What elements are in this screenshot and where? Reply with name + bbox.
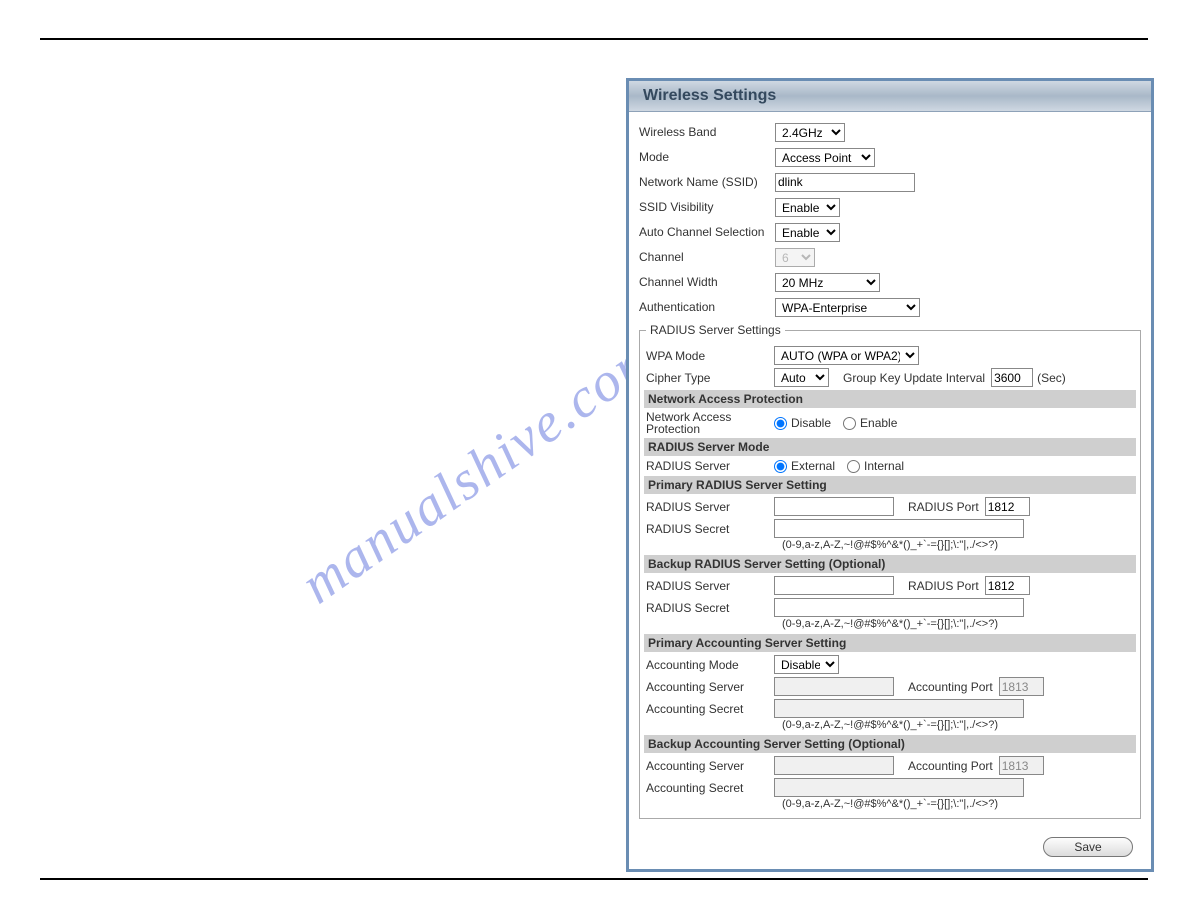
authentication-label: Authentication [639, 300, 775, 314]
rsm-internal-option[interactable]: Internal [847, 459, 904, 473]
gkui-input[interactable] [991, 368, 1033, 387]
gkui-label: Group Key Update Interval [843, 371, 985, 385]
primary-radius-port-input[interactable] [985, 497, 1030, 516]
acct-mode-select[interactable]: Disable [774, 655, 839, 674]
backup-radius-port-label: RADIUS Port [908, 579, 979, 593]
backup-radius-header: Backup RADIUS Server Setting (Optional) [644, 555, 1136, 573]
primary-acct-server-input [774, 677, 894, 696]
primary-radius-server-input[interactable] [774, 497, 894, 516]
nap-enable-radio[interactable] [843, 417, 856, 430]
authentication-select[interactable]: WPA-Enterprise [775, 298, 920, 317]
primary-radius-port-label: RADIUS Port [908, 500, 979, 514]
gkui-unit: (Sec) [1037, 371, 1066, 385]
backup-acct-port-input [999, 756, 1044, 775]
backup-acct-secret-input [774, 778, 1024, 797]
primary-acct-header: Primary Accounting Server Setting [644, 634, 1136, 652]
panel-title: Wireless Settings [629, 81, 1151, 112]
rsm-header: RADIUS Server Mode [644, 438, 1136, 456]
primary-radius-secret-input[interactable] [774, 519, 1024, 538]
wireless-band-select[interactable]: 2.4GHz [775, 123, 845, 142]
backup-acct-server-label: Accounting Server [646, 759, 774, 773]
ssid-visibility-label: SSID Visibility [639, 200, 775, 214]
mode-label: Mode [639, 150, 775, 164]
backup-radius-server-label: RADIUS Server [646, 579, 774, 593]
primary-acct-port-input [999, 677, 1044, 696]
nap-disable-option[interactable]: Disable [774, 416, 831, 430]
auto-channel-label: Auto Channel Selection [639, 225, 775, 239]
ssid-label: Network Name (SSID) [639, 175, 775, 189]
primary-radius-secret-label: RADIUS Secret [646, 522, 774, 536]
button-row: Save [629, 825, 1151, 869]
primary-acct-hint: (0-9,a-z,A-Z,~!@#$%^&*()_+`-={}[];\:"|,.… [782, 719, 1134, 731]
rsm-external-radio[interactable] [774, 460, 787, 473]
primary-acct-secret-label: Accounting Secret [646, 702, 774, 716]
nap-disable-radio[interactable] [774, 417, 787, 430]
backup-radius-secret-label: RADIUS Secret [646, 601, 774, 615]
backup-acct-server-input [774, 756, 894, 775]
top-rule [40, 38, 1148, 40]
auto-channel-select[interactable]: Enable [775, 223, 840, 242]
backup-acct-secret-label: Accounting Secret [646, 781, 774, 795]
wpa-mode-select[interactable]: AUTO (WPA or WPA2) [774, 346, 919, 365]
wpa-mode-label: WPA Mode [646, 349, 774, 363]
backup-radius-port-input[interactable] [985, 576, 1030, 595]
primary-acct-port-label: Accounting Port [908, 680, 993, 694]
radius-fieldset: RADIUS Server Settings WPA Mode AUTO (WP… [639, 323, 1141, 819]
backup-radius-secret-input[interactable] [774, 598, 1024, 617]
backup-radius-hint: (0-9,a-z,A-Z,~!@#$%^&*()_+`-={}[];\:"|,.… [782, 618, 1134, 630]
channel-select: 6 [775, 248, 815, 267]
wireless-band-label: Wireless Band [639, 125, 775, 139]
rsm-internal-radio[interactable] [847, 460, 860, 473]
backup-acct-header: Backup Accounting Server Setting (Option… [644, 735, 1136, 753]
backup-acct-hint: (0-9,a-z,A-Z,~!@#$%^&*()_+`-={}[];\:"|,.… [782, 798, 1134, 810]
bottom-rule [40, 878, 1148, 880]
save-button[interactable]: Save [1043, 837, 1133, 857]
nap-enable-option[interactable]: Enable [843, 416, 897, 430]
channel-label: Channel [639, 250, 775, 264]
primary-radius-header: Primary RADIUS Server Setting [644, 476, 1136, 494]
primary-acct-server-label: Accounting Server [646, 680, 774, 694]
primary-radius-hint: (0-9,a-z,A-Z,~!@#$%^&*()_+`-={}[];\:"|,.… [782, 539, 1134, 551]
wireless-settings-panel: Wireless Settings Wireless Band 2.4GHz M… [626, 78, 1154, 872]
mode-select[interactable]: Access Point [775, 148, 875, 167]
radius-legend: RADIUS Server Settings [646, 323, 785, 337]
ssid-visibility-select[interactable]: Enable [775, 198, 840, 217]
ssid-input[interactable] [775, 173, 915, 192]
acct-mode-label: Accounting Mode [646, 658, 774, 672]
nap-label: Network Access Protection [646, 411, 774, 435]
backup-radius-server-input[interactable] [774, 576, 894, 595]
watermark: manualshive.com [289, 323, 670, 617]
backup-acct-port-label: Accounting Port [908, 759, 993, 773]
primary-acct-secret-input [774, 699, 1024, 718]
rsm-external-option[interactable]: External [774, 459, 835, 473]
nap-header: Network Access Protection [644, 390, 1136, 408]
cipher-type-select[interactable]: Auto [774, 368, 829, 387]
primary-radius-server-label: RADIUS Server [646, 500, 774, 514]
channel-width-label: Channel Width [639, 275, 775, 289]
channel-width-select[interactable]: 20 MHz [775, 273, 880, 292]
rsm-label: RADIUS Server [646, 459, 774, 473]
cipher-type-label: Cipher Type [646, 371, 774, 385]
panel-body: Wireless Band 2.4GHz Mode Access Point N… [629, 112, 1151, 825]
